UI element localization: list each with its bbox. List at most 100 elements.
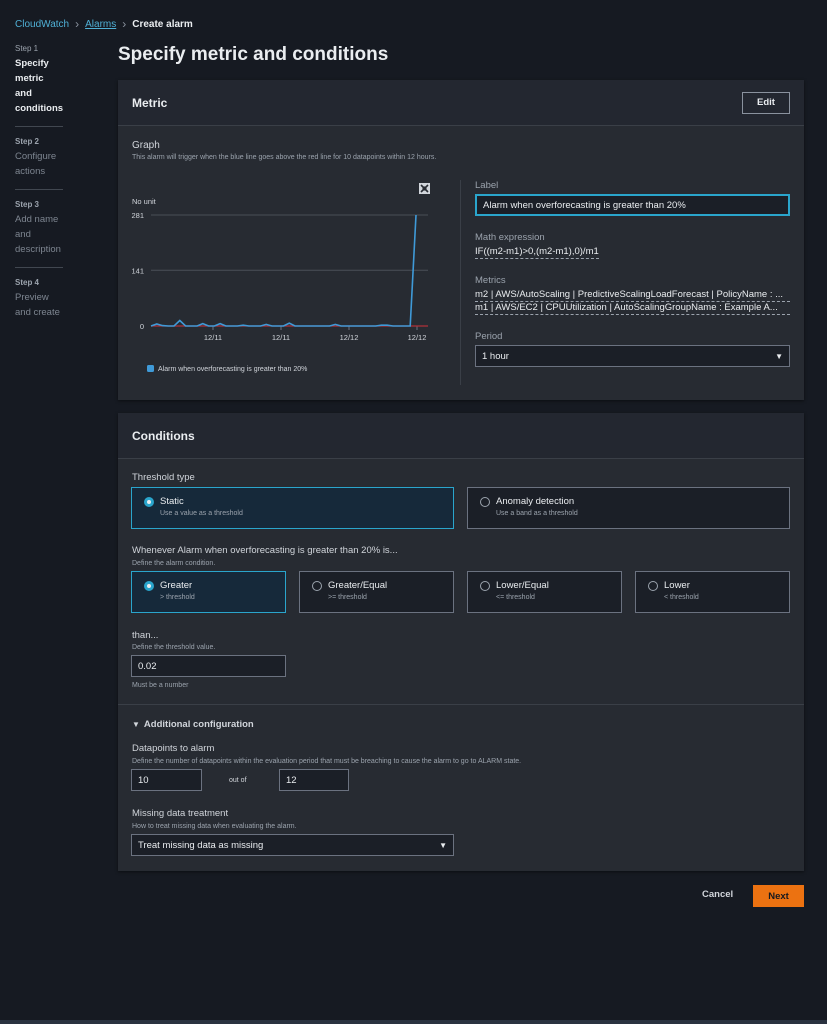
missing-data-select[interactable]: Treat missing data as missing ▼: [131, 834, 454, 856]
edit-button[interactable]: Edit: [742, 91, 790, 114]
breadcrumb-current: Create alarm: [132, 18, 193, 30]
radio-unselected-icon: [648, 581, 658, 591]
evaluation-periods-input[interactable]: [279, 769, 349, 791]
step-number: Step 4: [15, 278, 40, 287]
legend-label[interactable]: Alarm when overforecasting is greater th…: [158, 366, 307, 373]
radio-subtitle: <= threshold: [496, 594, 535, 601]
missing-data-label: Missing data treatment: [132, 808, 229, 819]
missing-data-value: Treat missing data as missing: [138, 839, 264, 851]
threshold-type-label: Threshold type: [132, 472, 195, 483]
conditions-panel-header: Conditions: [118, 413, 804, 459]
additional-configuration-label: Additional configuration: [143, 719, 254, 730]
step-title: Configure actions: [15, 151, 57, 177]
radio-subtitle: Use a value as a threshold: [160, 510, 243, 517]
metric-details: Label Math expression IF((m2-m1)>0,(m2-m…: [475, 180, 790, 367]
step-3: Step 3 Add name and description: [15, 200, 63, 268]
step-2: Step 2 Configure actions: [15, 137, 63, 190]
metrics-label: Metrics: [475, 275, 506, 286]
page-title: Specify metric and conditions: [118, 44, 389, 65]
breadcrumb-cloudwatch[interactable]: CloudWatch: [15, 19, 69, 30]
chevron-right-icon: ›: [75, 17, 80, 31]
than-label: than...: [132, 630, 159, 641]
datapoints-to-alarm-input[interactable]: [131, 769, 202, 791]
next-button[interactable]: Next: [753, 885, 804, 907]
bottom-bar: [0, 1020, 827, 1024]
period-label: Period: [475, 331, 503, 342]
metric-m2[interactable]: m2 | AWS/AutoScaling | PredictiveScaling…: [475, 289, 790, 302]
chart-svg: No unit 0 141 281 12/11 12/11 12/12 12/12 Ala…: [131, 197, 428, 373]
operator-lower-equal[interactable]: Lower/Equal <= threshold: [467, 571, 622, 613]
x-tick-label: 12/11: [272, 333, 290, 342]
step-title: Preview and create: [15, 292, 60, 318]
threshold-type-static[interactable]: Static Use a value as a threshold: [131, 487, 454, 529]
step-title: Add name and description: [15, 214, 61, 255]
math-expression-label: Math expression: [475, 232, 545, 243]
step-number: Step 1: [15, 44, 39, 53]
operator-greater[interactable]: Greater > threshold: [131, 571, 286, 613]
radio-subtitle: >= threshold: [328, 594, 367, 601]
threshold-hint: Must be a number: [132, 682, 189, 689]
radio-subtitle: < threshold: [664, 594, 699, 601]
x-tick-label: 12/11: [204, 333, 222, 342]
y-tick-label: 0: [140, 322, 144, 331]
metric-chart: No unit 0 141 281 12/11 12/11 12/12 12/12 Ala…: [118, 175, 458, 390]
conditions-panel-title: Conditions: [132, 428, 195, 443]
metric-panel-header: Metric Edit: [118, 80, 804, 126]
period-select[interactable]: 1 hour ▼: [475, 345, 790, 367]
graph-label: Graph: [132, 140, 160, 151]
radio-title: Lower/Equal: [496, 580, 549, 591]
period-value: 1 hour: [482, 350, 509, 362]
cancel-button[interactable]: Cancel: [702, 889, 733, 900]
wizard-steps: Step 1 Specify metric and conditions Ste…: [15, 44, 63, 340]
whenever-description: Define the alarm condition.: [132, 560, 216, 567]
whenever-label: Whenever Alarm when overforecasting is g…: [132, 545, 398, 556]
additional-configuration-toggle[interactable]: ▼ Additional configuration: [132, 719, 254, 730]
section-divider: [118, 704, 804, 705]
label-input[interactable]: [475, 194, 790, 216]
step-1: Step 1 Specify metric and conditions: [15, 44, 63, 127]
radio-title: Lower: [664, 580, 690, 591]
label-field-label: Label: [475, 180, 499, 191]
y-axis-unit-label: No unit: [132, 197, 157, 206]
y-tick-label: 281: [131, 211, 144, 220]
operator-greater-equal[interactable]: Greater/Equal >= threshold: [299, 571, 454, 613]
radio-title: Greater: [160, 580, 193, 591]
radio-selected-icon: [144, 497, 154, 507]
datapoints-label: Datapoints to alarm: [132, 743, 215, 754]
radio-unselected-icon: [312, 581, 322, 591]
step-number: Step 3: [15, 200, 40, 209]
caret-down-icon: ▼: [132, 720, 140, 729]
radio-unselected-icon: [480, 581, 490, 591]
step-number: Step 2: [15, 137, 40, 146]
metric-panel: Metric Edit Graph This alarm will trigge…: [118, 80, 804, 400]
y-tick-label: 141: [131, 266, 144, 275]
radio-selected-icon: [144, 581, 154, 591]
datapoints-description: Define the number of datapoints within t…: [132, 758, 522, 765]
out-of-label: out of: [229, 777, 247, 784]
legend-swatch: [147, 365, 154, 372]
x-tick-label: 12/12: [340, 333, 359, 342]
operator-lower[interactable]: Lower < threshold: [635, 571, 790, 613]
conditions-panel: Conditions Threshold type Static Use a v…: [118, 413, 804, 871]
threshold-type-anomaly[interactable]: Anomaly detection Use a band as a thresh…: [467, 487, 790, 529]
math-expression-value[interactable]: IF((m2-m1)>0,(m2-m1),0)/m1: [475, 246, 599, 259]
step-4: Step 4 Preview and create: [15, 278, 63, 330]
metric-panel-title: Metric: [132, 95, 168, 110]
vertical-divider: [460, 180, 461, 385]
x-tick-label: 12/12: [408, 333, 427, 342]
radio-subtitle: > threshold: [160, 594, 195, 601]
radio-title: Anomaly detection: [496, 496, 575, 507]
graph-description: This alarm will trigger when the blue li…: [132, 154, 437, 161]
chevron-right-icon: ›: [122, 17, 127, 31]
caret-down-icon: ▼: [439, 840, 447, 850]
threshold-value-input[interactable]: [131, 655, 286, 677]
breadcrumb: CloudWatch › Alarms › Create alarm: [15, 17, 193, 31]
radio-title: Greater/Equal: [328, 580, 388, 591]
metric-m1[interactable]: m1 | AWS/EC2 | CPUUtilization | AutoScal…: [475, 302, 790, 315]
than-description: Define the threshold value.: [132, 644, 216, 651]
breadcrumb-alarms[interactable]: Alarms: [85, 19, 116, 30]
missing-data-description: How to treat missing data when evaluatin…: [132, 823, 297, 830]
step-title: Specify metric and conditions: [15, 58, 64, 114]
radio-unselected-icon: [480, 497, 490, 507]
radio-title: Static: [160, 496, 184, 507]
